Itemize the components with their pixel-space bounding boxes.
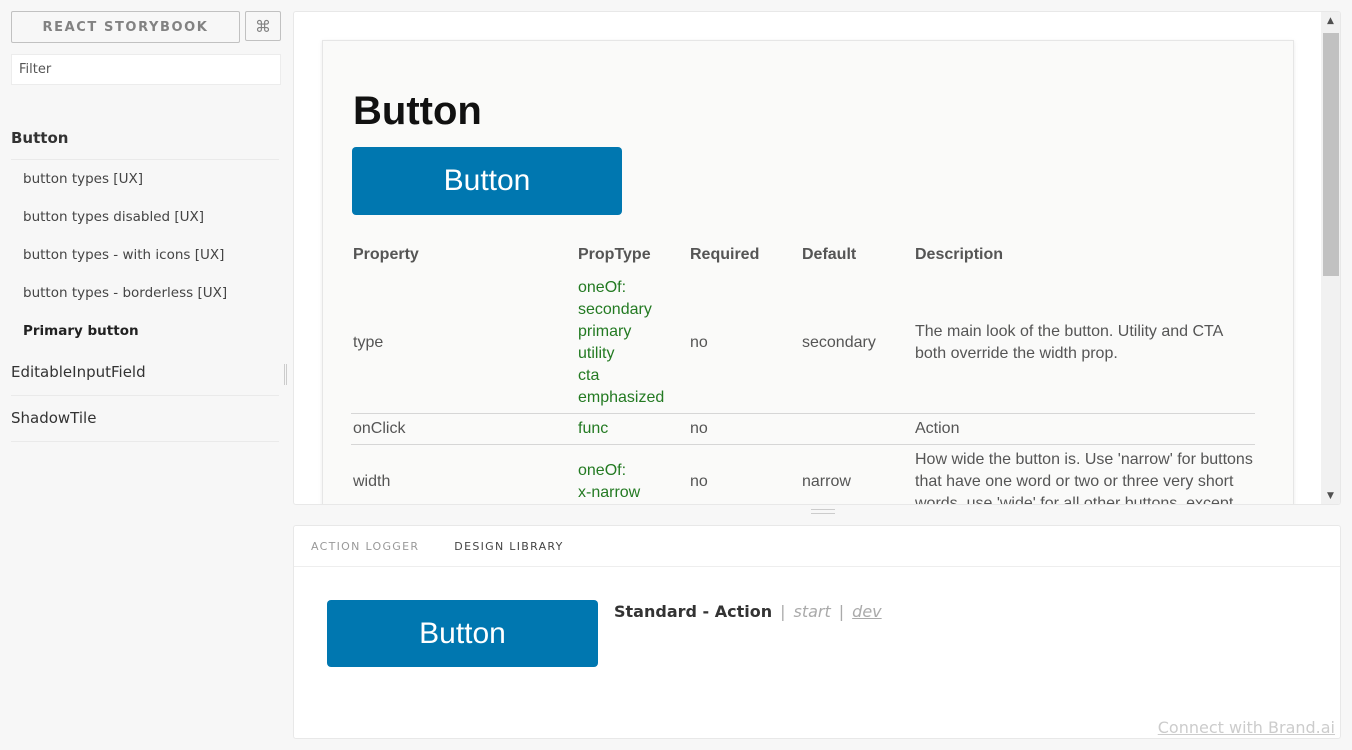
cell-default: secondary	[802, 334, 876, 351]
demo-primary-button[interactable]: Button	[352, 147, 622, 215]
cell-property: width	[351, 444, 576, 504]
sidebar: REACT STORYBOOK ⌘ Button button types [U…	[0, 0, 292, 750]
prop-table: Property PropType Required Default Descr…	[351, 237, 1255, 504]
cell-description: Action	[913, 413, 1255, 445]
tab-design-library[interactable]: DESIGN LIBRARY	[454, 540, 563, 553]
storybook-brand-button[interactable]: REACT STORYBOOK	[11, 11, 240, 43]
separator: |	[780, 602, 786, 621]
proptype-line: emphasized	[578, 389, 665, 406]
cell-proptype: oneOf: secondary primary utility cta emp…	[576, 273, 688, 414]
library-link-dev[interactable]: dev	[852, 602, 881, 621]
proptype-line: primary	[578, 323, 632, 340]
addon-tabs: ACTION LOGGER DESIGN LIBRARY	[294, 526, 1340, 567]
column-header: Required	[690, 246, 760, 263]
proptype-line: oneOf:	[578, 279, 627, 296]
cell-description: How wide the button is. Use 'narrow' for…	[913, 444, 1255, 504]
story-item-selected[interactable]: Primary button	[11, 312, 279, 350]
cell-required: no	[690, 334, 708, 351]
cell-default: narrow	[800, 444, 913, 504]
scroll-thumb[interactable]	[1323, 33, 1339, 276]
cell-property: onClick	[351, 413, 576, 445]
library-component-info: Standard - Action | start | dev	[614, 602, 882, 621]
proptype-line: secondary	[578, 301, 652, 318]
column-header: Default	[802, 246, 857, 263]
story-nav: Button button types [UX] button types di…	[11, 118, 279, 442]
cell-property: type	[353, 334, 384, 351]
addon-panel: ACTION LOGGER DESIGN LIBRARY Button Stan…	[293, 525, 1341, 739]
kind-shadow-tile[interactable]: ShadowTile	[11, 396, 279, 442]
prop-table-header: Property PropType Required Default Descr…	[351, 237, 1255, 273]
column-header: Description	[915, 246, 1004, 263]
proptype-line: oneOf:	[578, 462, 627, 479]
story-item[interactable]: button types [UX]	[11, 160, 279, 198]
cell-proptype: func	[576, 413, 688, 445]
keyboard-shortcuts-icon[interactable]: ⌘	[245, 11, 281, 41]
connect-brand-ai-link[interactable]: Connect with Brand.ai	[1158, 718, 1335, 737]
table-row: onClick func no Action	[351, 413, 1255, 445]
kind-editable-input-field[interactable]: EditableInputField	[11, 350, 279, 396]
library-component-title: Standard - Action	[614, 602, 773, 621]
column-header: PropType	[578, 246, 651, 263]
cell-required: no	[688, 444, 800, 504]
library-button-preview: Button	[327, 600, 598, 667]
scroll-down-arrow-icon[interactable]: ▼	[1321, 487, 1340, 504]
component-title: Button	[353, 89, 482, 133]
kind-button[interactable]: Button	[11, 118, 279, 160]
story-item[interactable]: button types - with icons [UX]	[11, 236, 279, 274]
cell-description: The main look of the button. Utility and…	[915, 323, 1223, 362]
panel-resize-handle[interactable]	[811, 509, 835, 514]
tab-action-logger[interactable]: ACTION LOGGER	[311, 540, 419, 553]
proptype-line: cta	[578, 367, 600, 384]
preview-scrollbar[interactable]: ▲ ▼	[1321, 12, 1340, 504]
table-row: type oneOf: secondary primary utility ct…	[351, 273, 1255, 414]
separator: |	[838, 602, 845, 621]
library-link-start[interactable]: start	[794, 602, 831, 621]
cell-proptype: oneOf: x-narrow	[576, 444, 688, 504]
preview-panel: Button Button Property PropType Required…	[293, 11, 1341, 505]
story-item[interactable]: button types disabled [UX]	[11, 198, 279, 236]
proptype-line: utility	[578, 345, 615, 362]
proptype-line: func	[578, 420, 609, 437]
cell-required: no	[688, 413, 800, 445]
column-header: Property	[353, 246, 419, 263]
sidebar-resize-handle[interactable]	[284, 364, 287, 385]
proptype-line: x-narrow	[578, 484, 641, 501]
cell-default	[800, 413, 913, 445]
story-item[interactable]: button types - borderless [UX]	[11, 274, 279, 312]
table-row: width oneOf: x-narrow no narrow How wide…	[351, 444, 1255, 504]
story-doc: Button Button Property PropType Required…	[322, 40, 1294, 504]
filter-input[interactable]	[11, 54, 281, 85]
scroll-up-arrow-icon[interactable]: ▲	[1321, 12, 1340, 29]
